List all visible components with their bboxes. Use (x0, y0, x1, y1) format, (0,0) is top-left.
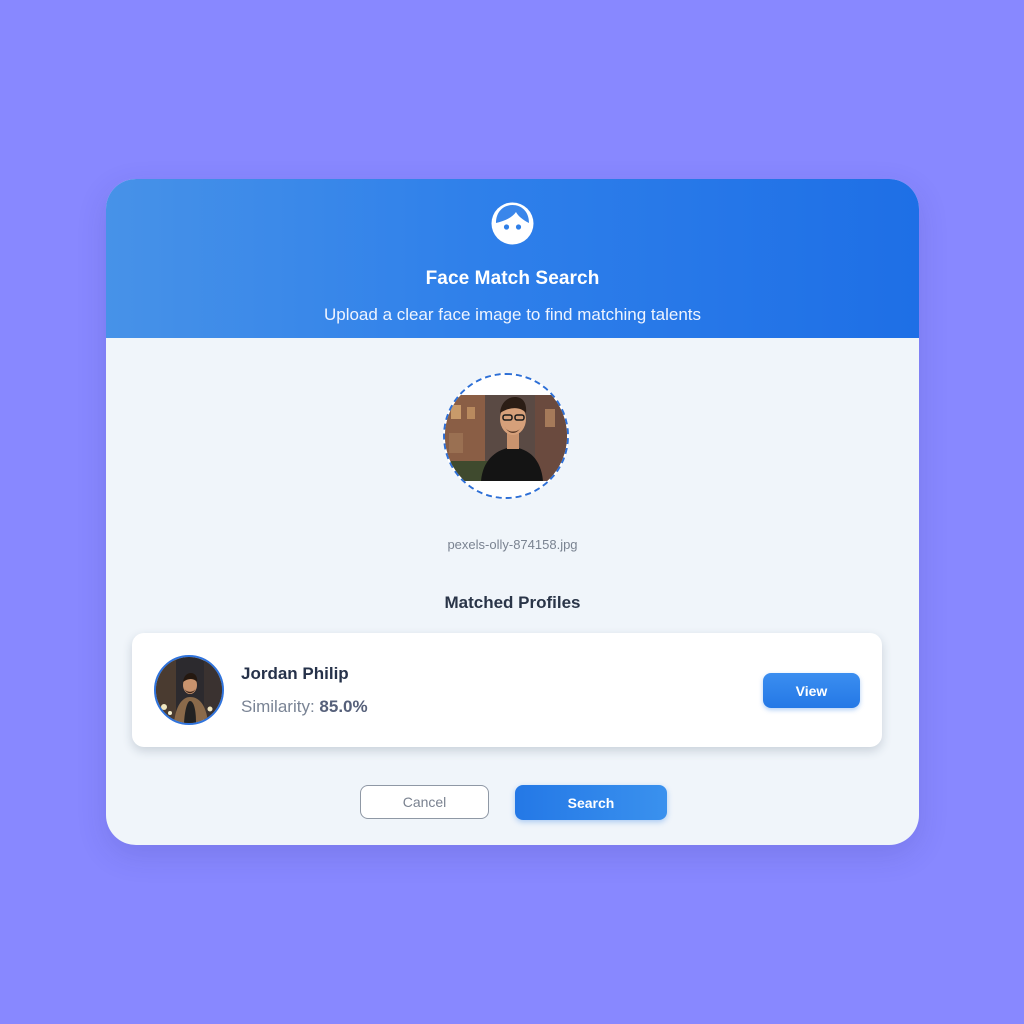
uploaded-face-photo (445, 375, 567, 497)
search-button[interactable]: Search (515, 785, 667, 820)
profile-name: Jordan Philip (241, 664, 349, 683)
profile-card: Jordan Philip Similarity: 85.0% View (132, 633, 882, 747)
matched-profiles-heading: Matched Profiles (444, 593, 581, 612)
similarity-label: Similarity: (241, 697, 315, 716)
modal-subtitle: Upload a clear face image to find matchi… (323, 305, 702, 324)
cancel-button[interactable]: Cancel (360, 785, 489, 819)
similarity-value: 85.0% (319, 697, 368, 716)
face-icon (491, 202, 534, 245)
view-profile-button[interactable]: View (763, 673, 860, 708)
face-match-modal: Face Match Search Upload a clear face im… (106, 179, 919, 845)
modal-title: Face Match Search (425, 268, 600, 289)
modal-header: Face Match Search Upload a clear face im… (106, 179, 919, 338)
similarity-score: Similarity: 85.0% (241, 697, 368, 717)
profile-photo (156, 657, 222, 723)
uploaded-image-preview[interactable] (443, 373, 569, 499)
avatar (154, 655, 224, 725)
uploaded-filename: pexels-olly-874158.jpg (447, 537, 578, 552)
